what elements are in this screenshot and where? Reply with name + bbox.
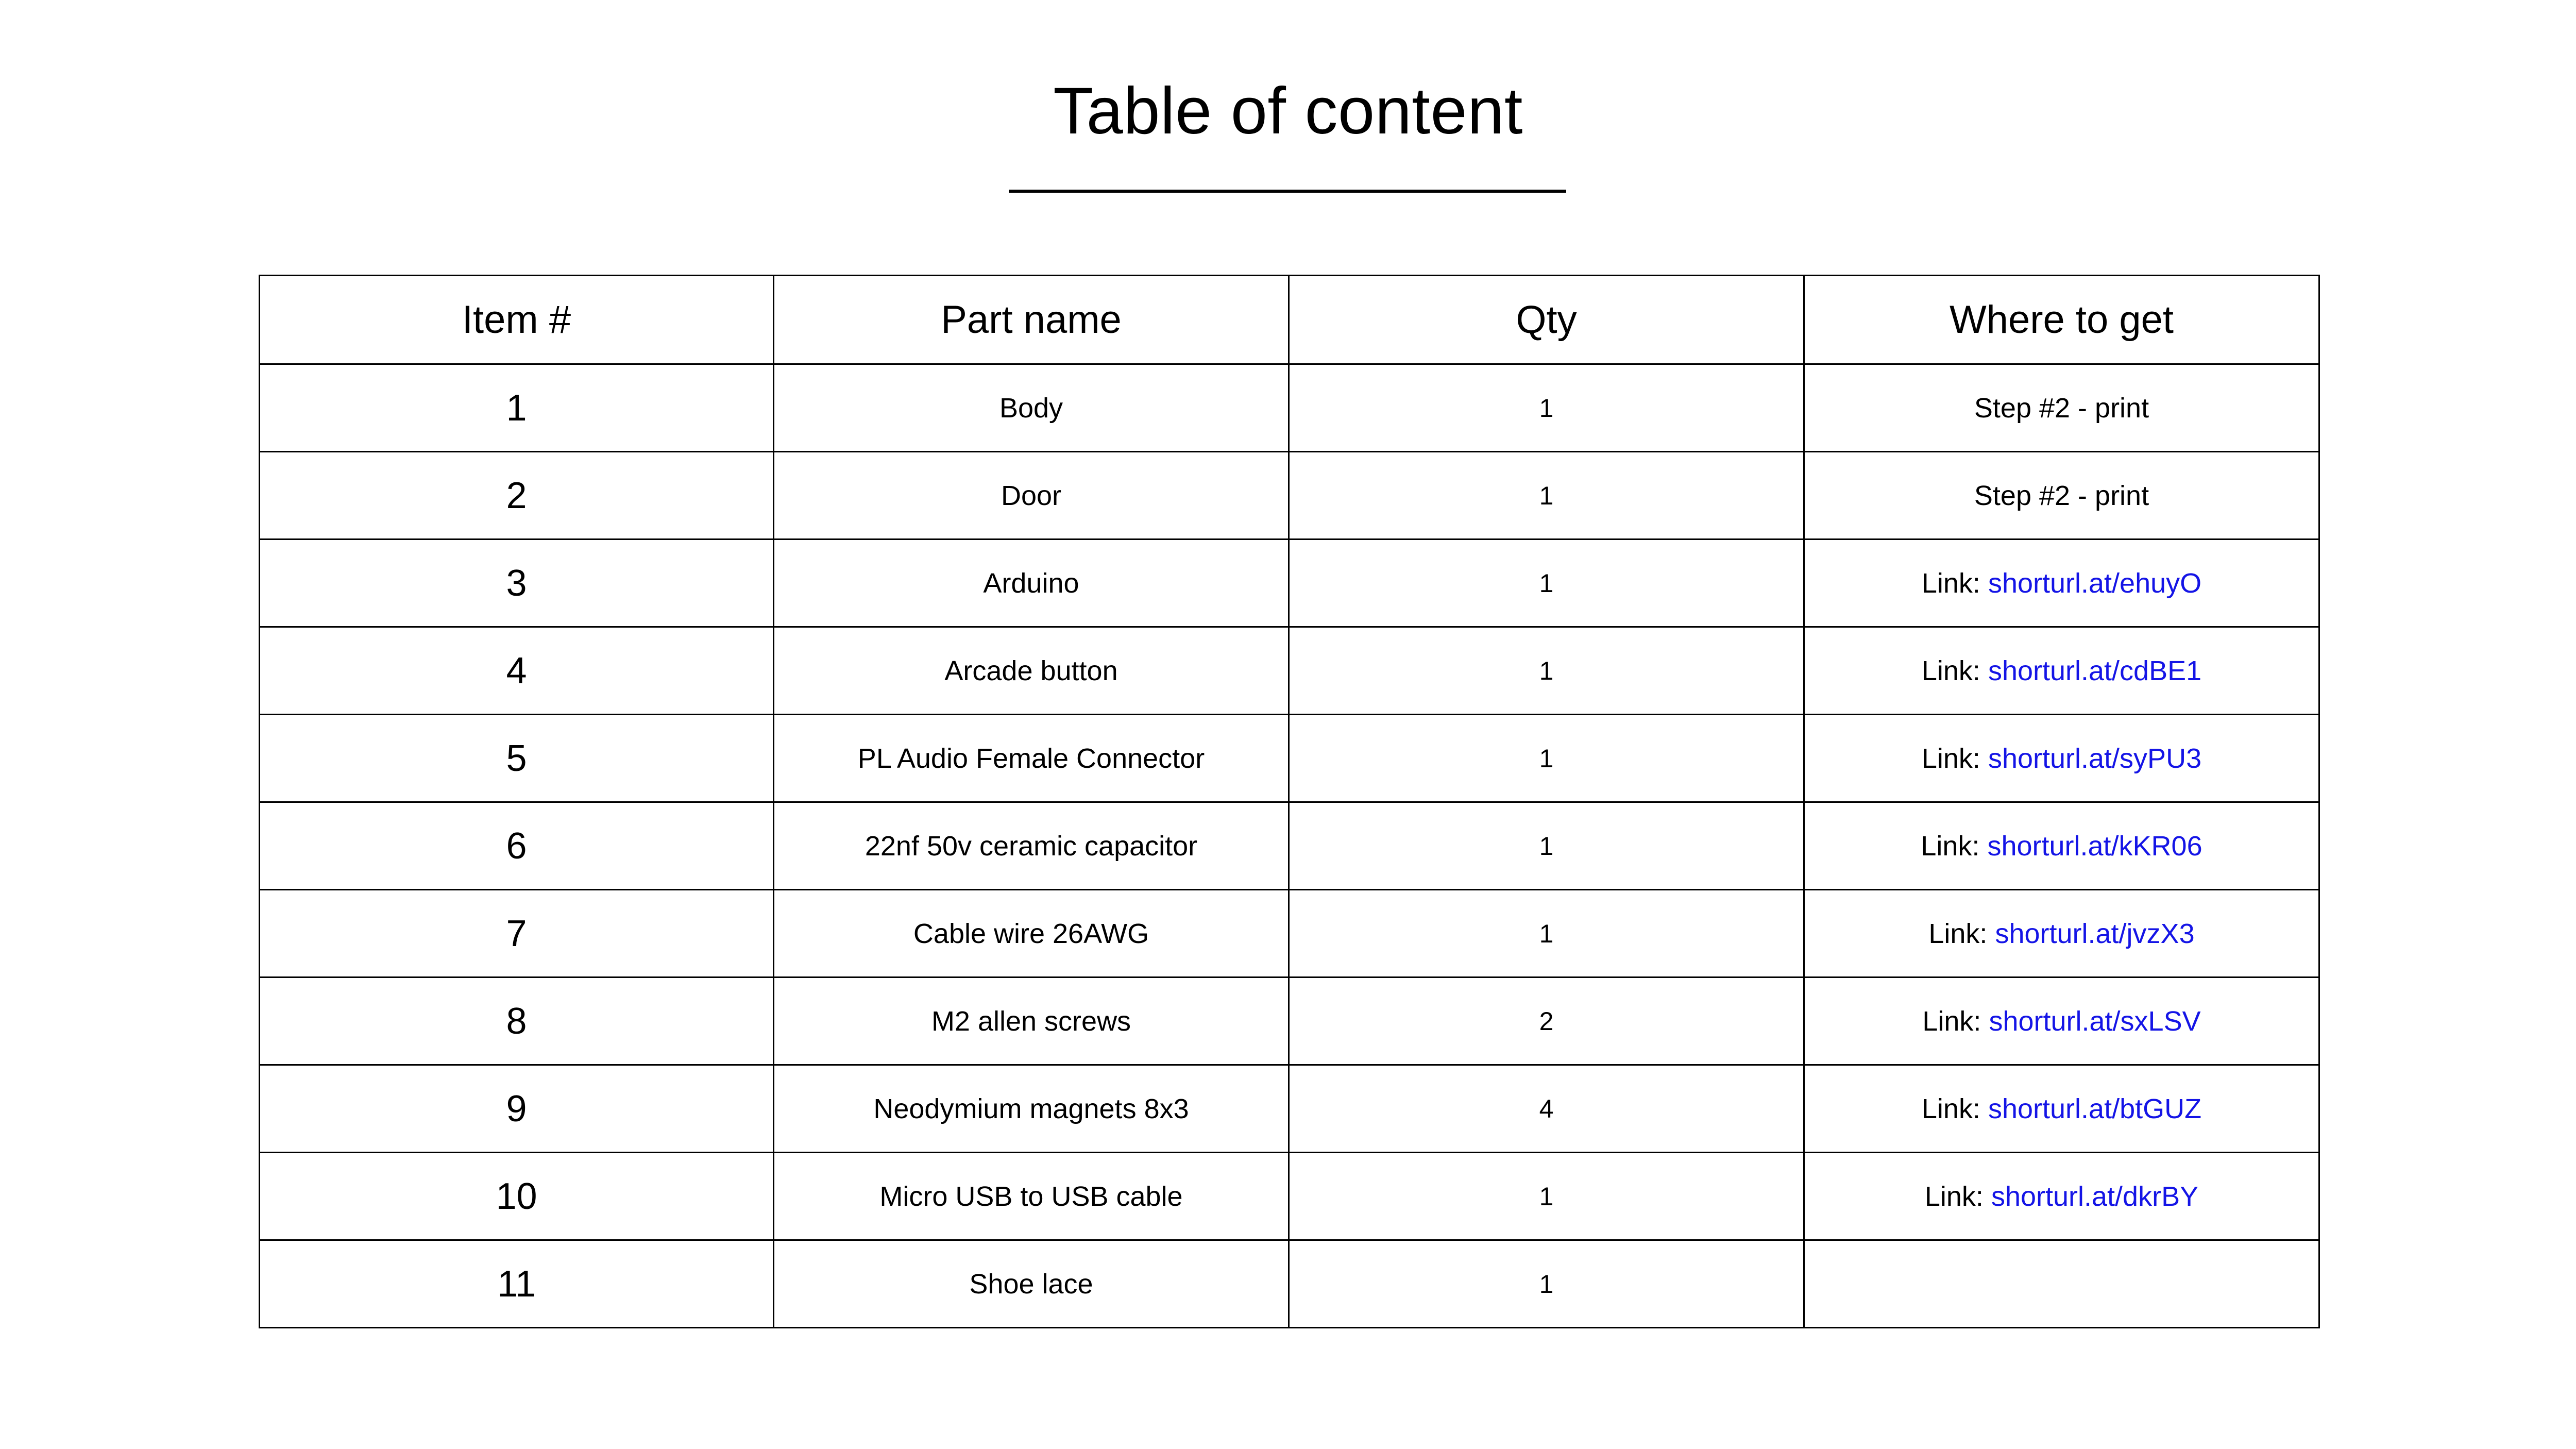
- source-link[interactable]: shorturl.at/cdBE1: [1988, 655, 2201, 686]
- cell-item-number: 2: [259, 451, 774, 540]
- cell-qty: 1: [1288, 538, 1805, 628]
- cell-part-name: Arduino: [773, 538, 1290, 628]
- table-header-row: Item # Part name Qty Where to get: [259, 275, 2320, 365]
- bill-of-materials-table: Item # Part name Qty Where to get 1 Body 1…: [259, 275, 2320, 1328]
- column-header-qty: Qty: [1288, 275, 1805, 365]
- table-header: Item # Part name Qty Where to get: [259, 275, 2320, 365]
- table-row: 4 Arcade button 1 Link: shorturl.at/cdBE1: [259, 626, 2320, 715]
- cell-qty: 1: [1288, 714, 1805, 803]
- table-row: 11 Shoe lace 1: [259, 1239, 2320, 1328]
- cell-part-name: Door: [773, 451, 1290, 540]
- cell-where-to-get: Step #2 - print: [1803, 363, 2320, 452]
- cell-where-to-get[interactable]: Link: shorturl.at/sxLSV: [1803, 976, 2320, 1066]
- cell-qty: 1: [1288, 889, 1805, 978]
- cell-part-name: PL Audio Female Connector: [773, 714, 1290, 803]
- cell-qty: 1: [1288, 363, 1805, 452]
- link-label: Link:: [1921, 567, 1988, 599]
- cell-where-to-get: Step #2 - print: [1803, 451, 2320, 540]
- link-label: Link:: [1921, 830, 1988, 862]
- cell-part-name: Shoe lace: [773, 1239, 1290, 1328]
- title-underline-rule: [1009, 190, 1566, 193]
- cell-item-number: 8: [259, 976, 774, 1066]
- source-link[interactable]: shorturl.at/sxLSV: [1989, 1006, 2200, 1037]
- cell-item-number: 9: [259, 1064, 774, 1153]
- cell-where-to-get[interactable]: Link: shorturl.at/kKR06: [1803, 801, 2320, 890]
- cell-where-to-get[interactable]: Link: shorturl.at/dkrBY: [1803, 1152, 2320, 1241]
- column-header-where-to-get: Where to get: [1803, 275, 2320, 365]
- where-to-get-text: Step #2 - print: [1974, 392, 2149, 424]
- table-row: 1 Body 1 Step #2 - print: [259, 363, 2320, 452]
- cell-where-to-get: [1803, 1239, 2320, 1328]
- table-body: 1 Body 1 Step #2 - print 2 Door 1 Step #2 - pri…: [259, 363, 2320, 1328]
- table-row: 5 PL Audio Female Connector 1 Link: shortur…: [259, 714, 2320, 803]
- column-header-part-name: Part name: [773, 275, 1290, 365]
- cell-qty: 1: [1288, 451, 1805, 540]
- cell-item-number: 5: [259, 714, 774, 803]
- link-label: Link:: [1921, 655, 1988, 686]
- cell-qty: 1: [1288, 626, 1805, 715]
- cell-where-to-get[interactable]: Link: shorturl.at/syPU3: [1803, 714, 2320, 803]
- link-label: Link:: [1922, 1005, 1989, 1037]
- link-label: Link:: [1921, 1093, 1988, 1124]
- cell-item-number: 10: [259, 1152, 774, 1241]
- table-row: 7 Cable wire 26AWG 1 Link: shorturl.at/jvzX…: [259, 889, 2320, 978]
- cell-item-number: 1: [259, 363, 774, 452]
- cell-where-to-get[interactable]: Link: shorturl.at/jvzX3: [1803, 889, 2320, 978]
- cell-item-number: 4: [259, 626, 774, 715]
- table-row: 8 M2 allen screws 2 Link: shorturl.at/sxLSV: [259, 976, 2320, 1066]
- cell-item-number: 11: [259, 1239, 774, 1328]
- source-link[interactable]: shorturl.at/ehuyO: [1988, 568, 2201, 599]
- table-row: 10 Micro USB to USB cable 1 Link: shorturl.…: [259, 1152, 2320, 1241]
- cell-item-number: 6: [259, 801, 774, 890]
- cell-qty: 1: [1288, 801, 1805, 890]
- cell-part-name: Neodymium magnets 8x3: [773, 1064, 1290, 1153]
- cell-where-to-get[interactable]: Link: shorturl.at/cdBE1: [1803, 626, 2320, 715]
- cell-where-to-get[interactable]: Link: shorturl.at/btGUZ: [1803, 1064, 2320, 1153]
- table-row: 6 22nf 50v ceramic capacitor 1 Link: shortu…: [259, 801, 2320, 890]
- cell-where-to-get[interactable]: Link: shorturl.at/ehuyO: [1803, 538, 2320, 628]
- cell-part-name: Arcade button: [773, 626, 1290, 715]
- source-link[interactable]: shorturl.at/syPU3: [1988, 743, 2201, 774]
- source-link[interactable]: shorturl.at/kKR06: [1987, 831, 2202, 862]
- table-row: 2 Door 1 Step #2 - print: [259, 451, 2320, 540]
- cell-part-name: 22nf 50v ceramic capacitor: [773, 801, 1290, 890]
- cell-part-name: Micro USB to USB cable: [773, 1152, 1290, 1241]
- cell-qty: 2: [1288, 976, 1805, 1066]
- cell-part-name: Body: [773, 363, 1290, 452]
- column-header-item-number: Item #: [259, 275, 774, 365]
- link-label: Link:: [1921, 743, 1988, 774]
- cell-part-name: M2 allen screws: [773, 976, 1290, 1066]
- source-link[interactable]: shorturl.at/dkrBY: [1991, 1181, 2198, 1212]
- source-link[interactable]: shorturl.at/jvzX3: [1995, 918, 2194, 949]
- link-label: Link:: [1924, 1181, 1991, 1212]
- cell-qty: 1: [1288, 1152, 1805, 1241]
- cell-qty: 1: [1288, 1239, 1805, 1328]
- link-label: Link:: [1928, 918, 1995, 949]
- table-row: 9 Neodymium magnets 8x3 4 Link: shorturl.at…: [259, 1064, 2320, 1153]
- table-row: 3 Arduino 1 Link: shorturl.at/ehuyO: [259, 538, 2320, 628]
- cell-item-number: 3: [259, 538, 774, 628]
- where-to-get-text: Step #2 - print: [1974, 480, 2149, 511]
- page-title-container: Table of content: [0, 78, 2576, 144]
- cell-item-number: 7: [259, 889, 774, 978]
- cell-part-name: Cable wire 26AWG: [773, 889, 1290, 978]
- bill-of-materials-table-container: Item # Part name Qty Where to get 1 Body 1…: [259, 275, 2320, 1328]
- source-link[interactable]: shorturl.at/btGUZ: [1988, 1093, 2201, 1124]
- page-title: Table of content: [1053, 74, 1523, 148]
- cell-qty: 4: [1288, 1064, 1805, 1153]
